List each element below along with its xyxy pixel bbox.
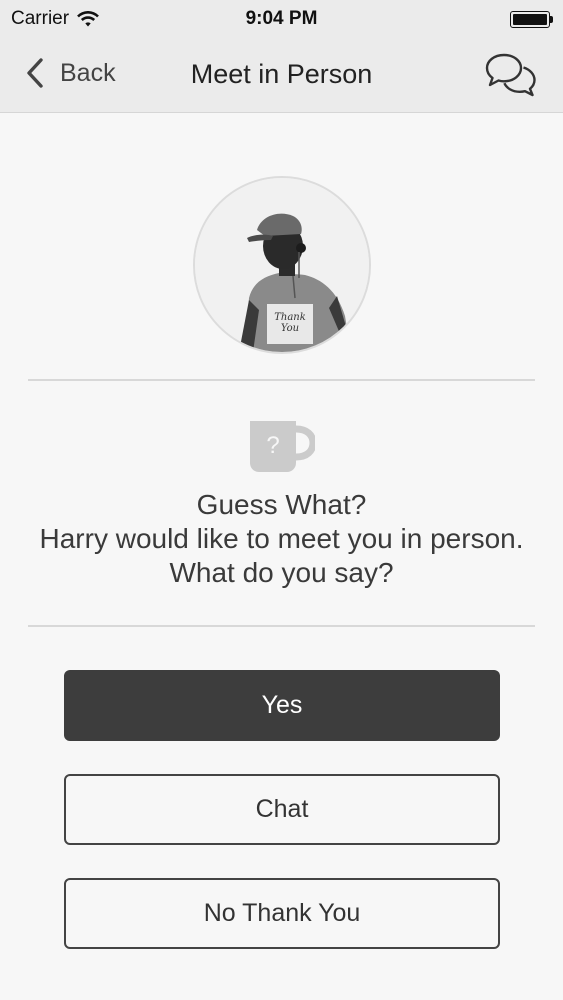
svg-text:Thank: Thank bbox=[274, 312, 306, 323]
chat-bubbles-icon[interactable] bbox=[485, 50, 537, 98]
chat-button[interactable]: Chat bbox=[64, 774, 500, 845]
yes-button[interactable]: Yes bbox=[64, 670, 500, 741]
status-bar: Carrier 9:04 PM bbox=[0, 0, 563, 40]
svg-text:You: You bbox=[281, 323, 299, 334]
avatar: Thank You bbox=[193, 176, 371, 354]
no-thank-you-button[interactable]: No Thank You bbox=[64, 878, 500, 949]
message-headline: Guess What? bbox=[196, 489, 367, 520]
status-time: 9:04 PM bbox=[245, 8, 318, 29]
mystery-mug-icon: ? bbox=[250, 421, 315, 472]
battery-level-fill bbox=[513, 14, 547, 25]
mug-question-mark: ? bbox=[266, 432, 279, 459]
message-body: Harry would like to meet you in person. bbox=[39, 523, 524, 554]
page-title: Meet in Person bbox=[190, 59, 373, 89]
profile-photo: Thank You bbox=[195, 178, 369, 352]
battery-icon bbox=[510, 11, 553, 28]
divider-bottom bbox=[28, 625, 535, 627]
navigation-bar: Back Meet in Person bbox=[0, 40, 563, 113]
divider-top bbox=[28, 379, 535, 381]
message-question: What do you say? bbox=[169, 557, 394, 588]
